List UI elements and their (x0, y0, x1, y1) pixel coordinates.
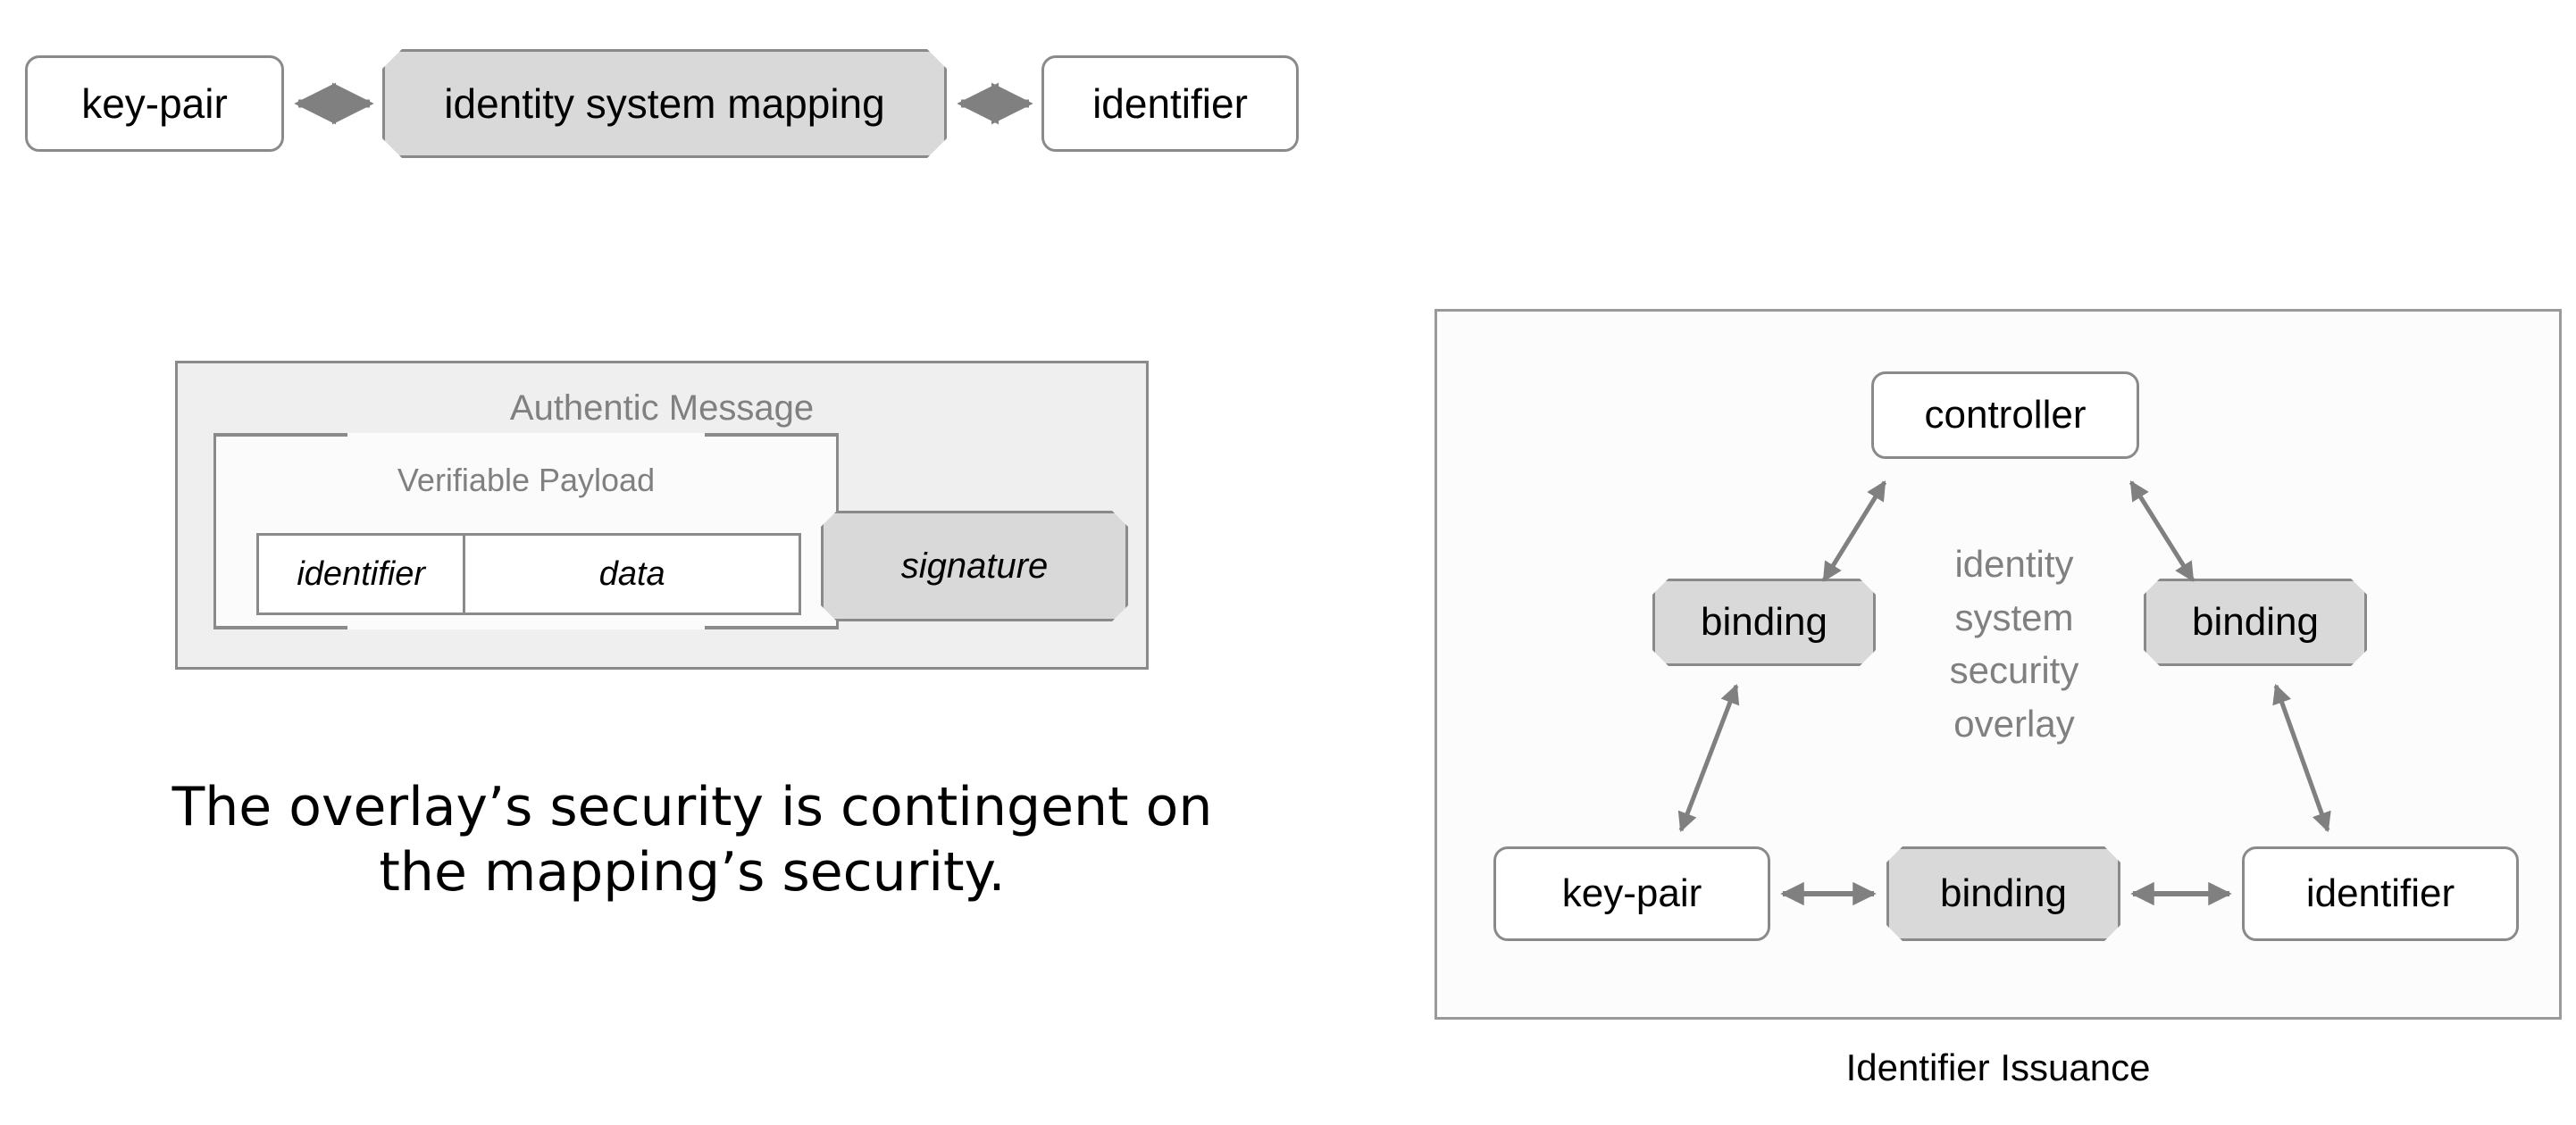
signature-node: signature (821, 511, 1128, 621)
issuance-node-binding-left-label: binding (1701, 599, 1827, 644)
verifiable-payload-border-top-right (705, 433, 839, 437)
identity-system-security-overlay-label: identity system security overlay (1911, 538, 2117, 751)
issuance-node-binding-right: binding (2144, 579, 2367, 666)
payload-cell-data: data (598, 554, 665, 593)
payload-fields-row: identifier data (256, 533, 801, 615)
verifiable-payload-border-bottom-right (705, 626, 839, 629)
top-node-key-pair-label: key-pair (81, 79, 228, 127)
overlay-security-statement: The overlay’s security is contingent on … (171, 776, 1213, 904)
authentic-message-title: Authentic Message (509, 388, 815, 428)
verifiable-payload-container: Verifiable Payload identifier data (213, 433, 839, 629)
verifiable-payload-border-top-left (213, 433, 347, 437)
issuance-node-identifier: identifier (2242, 846, 2519, 941)
overlay-label-line-1: identity (1954, 543, 2074, 585)
issuance-node-binding-bottom: binding (1886, 846, 2120, 941)
top-node-identifier: identifier (1041, 55, 1299, 152)
issuance-node-controller: controller (1871, 371, 2139, 459)
overlay-label-line-2: system (1954, 596, 2074, 638)
identifier-issuance-caption: Identifier Issuance (1845, 1046, 2151, 1088)
issuance-node-binding-bottom-label: binding (1940, 871, 2067, 915)
issuance-node-key-pair-label: key-pair (1561, 871, 1702, 915)
verifiable-payload-border-bottom-left (213, 626, 347, 629)
overlay-label-line-4: overlay (1953, 702, 2075, 745)
issuance-node-key-pair: key-pair (1493, 846, 1770, 941)
top-node-identity-system-mapping: identity system mapping (382, 49, 947, 158)
overlay-label-line-3: security (1949, 649, 2079, 692)
issuance-node-controller-label: controller (1924, 392, 2087, 437)
signature-node-label: signature (900, 546, 1049, 586)
top-node-key-pair: key-pair (25, 55, 284, 152)
payload-cell-identifier: identifier (259, 536, 466, 612)
issuance-node-binding-right-label: binding (2192, 599, 2319, 644)
top-node-identifier-label: identifier (1092, 79, 1248, 127)
verifiable-payload-title: Verifiable Payload (397, 462, 656, 498)
top-node-identity-system-mapping-label: identity system mapping (444, 79, 885, 127)
issuance-node-identifier-label: identifier (2305, 871, 2455, 915)
issuance-node-binding-left: binding (1652, 579, 1876, 666)
